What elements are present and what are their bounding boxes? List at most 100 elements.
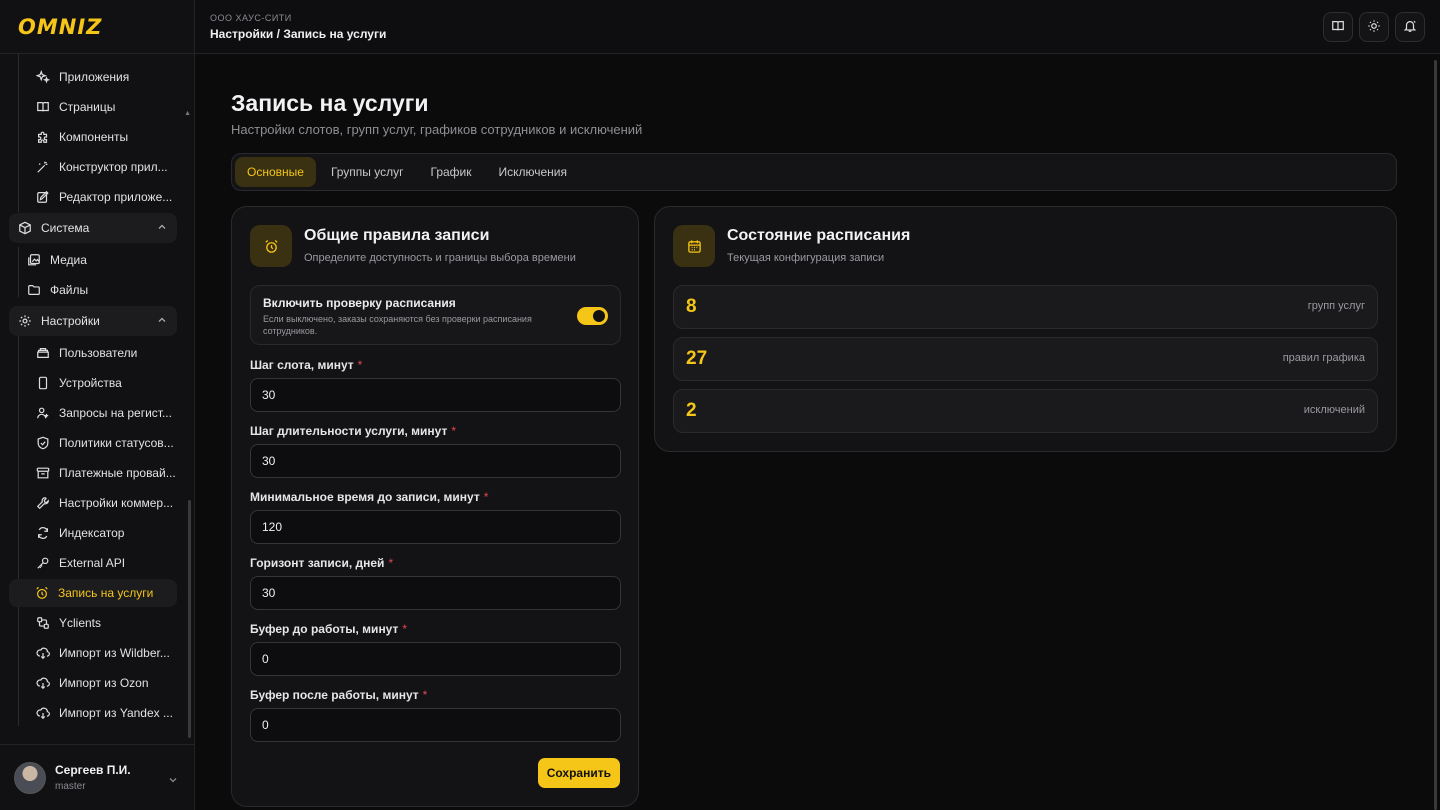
user-profile[interactable]: Сергеев П.И. master [0,744,194,810]
card-title: Общие правила записи [304,227,490,244]
theme-toggle-button[interactable] [1359,12,1389,42]
chevron-up-icon[interactable] [157,314,167,328]
sidebar-item-label: Запись на услуги [58,586,154,600]
sidebar-item-external-api[interactable]: External API [28,549,177,577]
bell-icon [1403,19,1417,36]
sidebar-item-files[interactable]: Файлы [18,276,177,304]
card-description: Текущая конфигурация записи [727,252,885,264]
toggle-description: Если выключено, заказы сохраняются без п… [263,314,532,336]
buffer-before-input[interactable] [250,642,621,676]
images-icon [27,253,41,267]
label-text: Буфер до работы, минут [250,622,399,636]
sidebar-item-label: Импорт из Yandex ... [59,706,173,720]
sidebar-item-service-booking[interactable]: Запись на услуги [9,579,177,607]
puzzle-icon [36,130,50,144]
sidebar: OMNIZ ▲ Приложения Страницы Компоненты К… [0,0,195,810]
chevron-down-icon[interactable] [168,773,178,788]
sidebar-item-import-wildberries[interactable]: Импорт из Wildber... [28,639,177,667]
box-icon [18,221,32,235]
min-lead-time-input[interactable] [250,510,621,544]
folder-icon [27,283,41,297]
wand-icon [36,160,50,174]
field-label-booking-horizon: Горизонт записи, дней * [250,556,393,570]
slot-step-input[interactable] [250,378,621,412]
tabs: Основные Группы услуг График Исключения [231,153,1397,191]
cloud-download-icon [36,676,50,690]
nav-tree-line [18,336,19,726]
cloud-download-icon [36,646,50,660]
logo[interactable]: OMNIZ [18,15,102,39]
sidebar-item-app-editor[interactable]: Редактор приложе... [28,183,177,211]
sidebar-item-label: Редактор приложе... [59,190,173,204]
page-subtitle: Настройки слотов, групп услуг, графиков … [231,122,643,137]
booking-rules-card: Общие правила записи Определите доступно… [231,206,639,807]
sidebar-item-registration-requests[interactable]: Запросы на регист... [28,399,177,427]
avatar [14,761,46,794]
sidebar-item-label: External API [59,556,126,570]
sidebar-item-label: Устройства [59,376,122,390]
tab-schedule[interactable]: График [419,157,484,187]
tab-general[interactable]: Основные [235,157,316,187]
sidebar-item-payment-providers[interactable]: Платежные провай... [28,459,177,487]
alarm-icon [35,586,49,600]
stat-service-groups: 8 групп услуг [673,285,1378,329]
sidebar-item-app-builder[interactable]: Конструктор прил... [28,153,177,181]
stat-schedule-rules: 27 правил графика [673,337,1378,381]
sidebar-item-label: Политики статусов... [59,436,174,450]
sidebar-item-media[interactable]: Медиа [18,246,177,274]
sidebar-item-label: Медиа [50,253,87,267]
duration-step-input[interactable] [250,444,621,478]
required-mark: * [402,622,408,636]
book-icon [36,100,50,114]
sidebar-item-commerce-settings[interactable]: Настройки коммер... [28,489,177,517]
calendar-icon [673,225,715,267]
key-icon [36,556,50,570]
cloud-download-icon [36,706,50,720]
gear-icon [18,314,32,328]
sidebar-group-settings[interactable]: Настройки [9,306,177,336]
sidebar-item-import-ozon[interactable]: Импорт из Ozon [28,669,177,697]
sidebar-item-indexer[interactable]: Индексатор [28,519,177,547]
book-icon [1331,19,1345,36]
tab-service-groups[interactable]: Группы услуг [319,157,416,187]
main-scrollbar[interactable] [1434,60,1437,810]
sidebar-scrollbar[interactable] [188,500,191,738]
sidebar-group-system[interactable]: Система [9,213,177,243]
edit-icon [36,190,50,204]
transfer-icon [36,616,50,630]
user-name: Сергеев П.И. [55,763,131,777]
sidebar-item-label: Компоненты [59,130,129,144]
sidebar-item-label: Yclients [59,616,102,630]
scroll-up-icon[interactable]: ▲ [184,110,191,117]
booking-horizon-input[interactable] [250,576,621,610]
card-description: Определите доступность и границы выбора … [304,252,576,264]
sidebar-item-apps[interactable]: Приложения [28,63,177,91]
sidebar-item-label: Импорт из Ozon [59,676,149,690]
sidebar-item-users[interactable]: Пользователи [28,339,177,367]
sidebar-item-import-yandex[interactable]: Импорт из Yandex ... [28,699,177,727]
sidebar-item-label: Страницы [59,100,116,114]
sidebar-item-yclients[interactable]: Yclients [28,609,177,637]
sidebar-item-pages[interactable]: Страницы [28,93,177,121]
sidebar-item-label: Настройки коммер... [59,496,174,510]
required-mark: * [388,556,394,570]
sidebar-item-devices[interactable]: Устройства [28,369,177,397]
sidebar-item-status-policies[interactable]: Политики статусов... [28,429,177,457]
card-title: Состояние расписания [727,227,911,244]
sidebar-item-label: Индексатор [59,526,125,540]
stat-value: 8 [686,296,697,317]
notifications-button[interactable] [1395,12,1425,42]
required-mark: * [483,490,489,504]
sidebar-item-label: Файлы [50,283,89,297]
phone-icon [36,376,50,390]
chevron-up-icon[interactable] [157,221,167,235]
save-button[interactable]: Сохранить [537,758,620,788]
tab-exceptions[interactable]: Исключения [487,157,580,187]
sidebar-item-label: Запросы на регист... [59,406,172,420]
buffer-after-input[interactable] [250,708,621,742]
user-role: master [55,781,86,792]
label-text: Минимальное время до записи, минут [250,490,480,504]
sidebar-item-components[interactable]: Компоненты [28,123,177,151]
schedule-check-toggle[interactable] [577,307,608,325]
docs-button[interactable] [1323,12,1353,42]
